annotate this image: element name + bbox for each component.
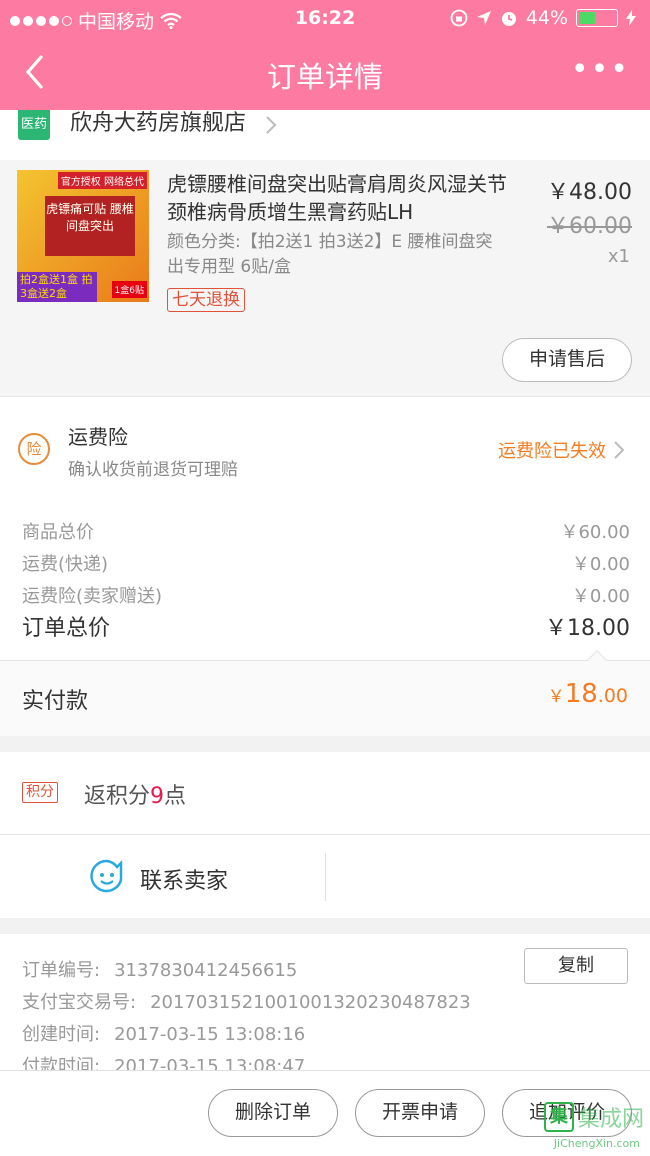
order-info: 订单编号: 3137830412456615 支付宝交易号: 20170315210… — [0, 934, 650, 1070]
watermark-url: JiChengXin.com — [553, 1137, 640, 1150]
price-row: 运费(快递) ￥0.00 — [22, 554, 630, 575]
created-time-row: 创建时间: 2017-03-15 13:08:16 — [22, 1024, 306, 1045]
price-row: 商品总价 ￥60.00 — [22, 522, 630, 543]
order-number-row: 订单编号: 3137830412456615 — [22, 960, 298, 981]
insurance-icon: 险 — [18, 433, 50, 465]
points-badge: 积分 — [22, 782, 58, 803]
page-title: 订单详情 — [266, 60, 383, 94]
charging-icon — [626, 10, 636, 26]
top-bar: 中国移动 16:22 44% 订单详情 ••• — [0, 0, 650, 110]
alarm-icon — [501, 12, 516, 26]
points-reward: 积分 返积分9点 — [0, 752, 650, 834]
paid-amount-row: 实付款 ￥18.00 — [0, 650, 650, 736]
paid-label: 实付款 — [22, 689, 89, 714]
product-original-price: ￥60.00 — [547, 214, 632, 239]
paid-value: ￥18.00 — [547, 679, 628, 709]
copy-button[interactable]: 复制 — [524, 948, 628, 984]
contact-seller-bar: 联系卖家 — [0, 834, 650, 918]
return-policy-tag: 七天退换 — [167, 288, 245, 312]
insurance-subtitle: 确认收货前退货可理赔 — [68, 460, 238, 480]
product-image[interactable]: 官方授权 网络总代 虎镖痛可贴 腰椎间盘突出 拍2盒送1盒 拍3盒送2盒 1盒6… — [17, 170, 149, 302]
contact-seller-button[interactable]: 联系卖家 — [140, 863, 228, 895]
bottom-action-bar: 删除订单 开票申请 追加评价 集 集成网 JiChengXin.com — [0, 1070, 650, 1156]
chat-face-icon[interactable] — [90, 859, 124, 893]
chevron-right-icon — [266, 116, 277, 134]
more-icon[interactable]: ••• — [571, 55, 630, 85]
product-title[interactable]: 虎镖腰椎间盘突出贴膏肩周炎风湿关节颈椎病骨质增生黑膏药贴LH — [167, 170, 517, 226]
battery-icon — [576, 9, 618, 27]
product-price: ￥48.00 — [547, 180, 632, 205]
store-name[interactable]: 欣舟大药房旗舰店 — [70, 110, 246, 138]
paid-time-row: 付款时间: 2017-03-15 13:08:47 — [22, 1056, 306, 1070]
price-summary: 商品总价 ￥60.00 运费(快递) ￥0.00 运费险(卖家赠送) ￥0.00 订单… — [0, 498, 650, 660]
delete-order-button[interactable]: 删除订单 — [208, 1089, 338, 1137]
alipay-trade-row: 支付宝交易号: 2017031521001001320230487823 — [22, 992, 471, 1013]
status-bar: 中国移动 16:22 44% — [0, 0, 650, 36]
store-header[interactable]: 医药 欣舟大药房旗舰店 — [0, 110, 650, 160]
battery-percent: 44% — [525, 7, 568, 29]
watermark-logo-icon: 集 — [543, 1102, 574, 1132]
product-quantity: x1 — [607, 246, 630, 267]
after-sale-button[interactable]: 申请售后 — [502, 338, 632, 382]
watermark: 集 集成网 — [543, 1101, 644, 1133]
product-spec: 颜色分类:【拍2送1 拍3送2】E 腰椎间盘突出专用型 6贴/盒 — [167, 232, 493, 277]
insurance-status[interactable]: 运费险已失效 — [498, 437, 606, 463]
chevron-right-icon — [614, 441, 625, 459]
invoice-request-button[interactable]: 开票申请 — [355, 1089, 485, 1137]
price-row: 运费险(卖家赠送) ￥0.00 — [22, 586, 630, 607]
insurance-title: 运费险 — [68, 425, 128, 449]
lock-rotation-icon — [450, 9, 468, 27]
product-item[interactable]: 官方授权 网络总代 虎镖痛可贴 腰椎间盘突出 拍2盒送1盒 拍3盒送2盒 1盒6… — [0, 160, 650, 396]
order-total-row: 订单总价 ￥18.00 — [22, 616, 630, 641]
divider — [325, 853, 326, 901]
points-text: 返积分9点 — [84, 784, 187, 809]
store-logo: 医药 — [18, 110, 50, 140]
location-icon — [476, 11, 491, 25]
shipping-insurance[interactable]: 险 运费险 确认收货前退货可理赔 运费险已失效 — [0, 396, 650, 498]
